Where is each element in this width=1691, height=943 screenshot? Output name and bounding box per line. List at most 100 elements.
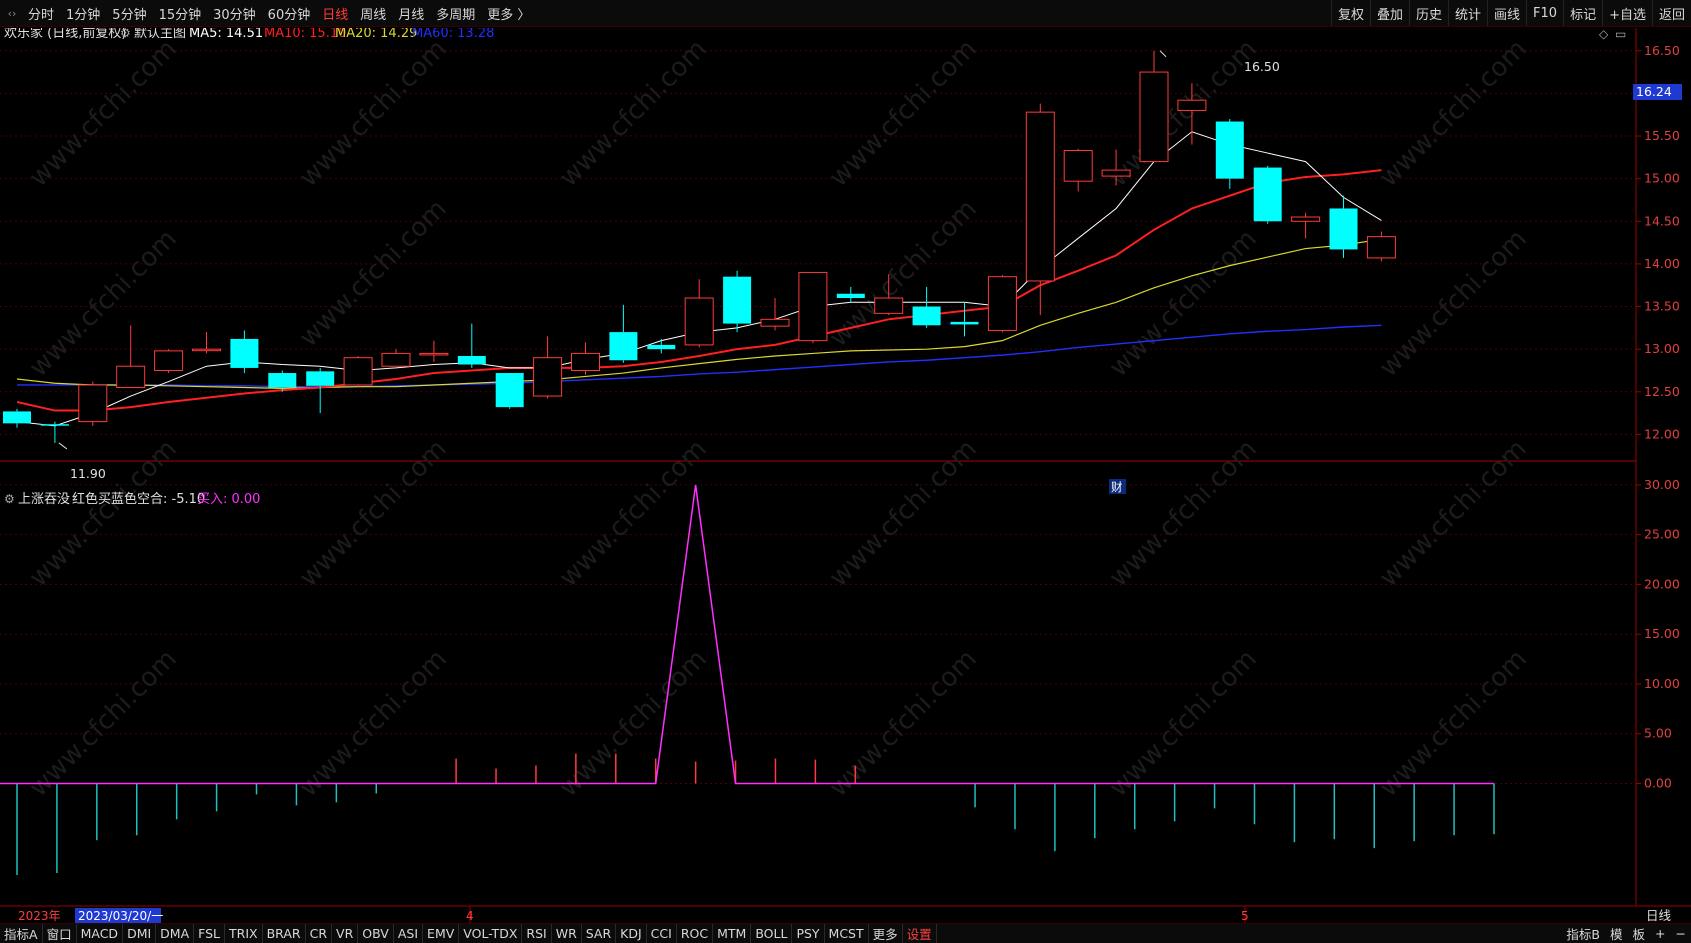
bottom-right-4[interactable]: − (1671, 924, 1691, 943)
candle-body-up (533, 357, 563, 397)
candle[interactable] (950, 302, 979, 337)
period-tab-9[interactable]: 多周期 (430, 0, 481, 26)
indicator-tab-8[interactable]: CR (306, 924, 333, 943)
indicator-tab-11[interactable]: ASI (394, 924, 424, 943)
candle[interactable] (40, 421, 69, 443)
period-tab-7[interactable]: 周线 (354, 0, 392, 26)
candle[interactable] (306, 367, 335, 414)
indicator-tab-10[interactable]: OBV (358, 924, 394, 943)
candle[interactable] (912, 286, 941, 328)
period-tab-10[interactable]: 更多 〉 (481, 0, 536, 26)
toolbar-button-5[interactable]: F10 (1526, 0, 1563, 26)
candle[interactable] (1253, 165, 1282, 224)
period-tab-5[interactable]: 60分钟 (262, 0, 317, 26)
chart-area[interactable]: www.cfchi.com www.cfchi.com www.cfchi.com w… (0, 25, 1691, 923)
period-tab-8[interactable]: 月线 (392, 0, 430, 26)
indicator-tab-22[interactable]: PSY (792, 924, 825, 943)
toolbar-button-7[interactable]: +自选 (1602, 0, 1652, 26)
indicator-tab-14[interactable]: RSI (522, 924, 552, 943)
indicator-tab-2[interactable]: MACD (77, 924, 124, 943)
candle[interactable] (760, 298, 790, 331)
candle-body-down (647, 344, 676, 350)
candle[interactable] (457, 323, 486, 368)
candle[interactable] (1366, 231, 1396, 262)
candle[interactable] (798, 271, 828, 344)
candle[interactable] (533, 336, 563, 399)
indicator-tab-12[interactable]: EMV (423, 924, 460, 943)
indicator-tab-17[interactable]: KDJ (616, 924, 647, 943)
indicator-gear-icon[interactable]: ⚙ (120, 26, 131, 40)
toolbar-button-8[interactable]: 返回 (1651, 0, 1691, 26)
toolbar-button-4[interactable]: 画线 (1487, 0, 1526, 26)
candle[interactable] (723, 270, 752, 333)
indicator-tab-4[interactable]: DMA (156, 924, 195, 943)
indicator-tab-25[interactable]: 设置 (903, 924, 937, 943)
bottom-right-3[interactable]: + (1650, 924, 1670, 943)
toolbar-button-1[interactable]: 叠加 (1369, 0, 1409, 26)
candle[interactable] (343, 355, 373, 388)
back-arrows-icon[interactable]: ‹› (2, 3, 22, 23)
candle[interactable] (78, 381, 108, 426)
period-tab-2[interactable]: 5分钟 (106, 0, 152, 26)
candle[interactable] (609, 304, 638, 363)
toolbar-button-6[interactable]: 标记 (1563, 0, 1602, 26)
candle[interactable] (230, 330, 259, 374)
bottom-right-0[interactable]: 指标B (1561, 924, 1605, 943)
candle-body-down (1329, 208, 1358, 250)
indicator-tab-23[interactable]: MCST (825, 924, 869, 943)
indicator-tab-20[interactable]: MTM (713, 924, 752, 943)
bottom-right-1[interactable]: 模 (1605, 924, 1628, 943)
indicator-tab-19[interactable]: ROC (677, 924, 714, 943)
candle[interactable] (116, 325, 146, 389)
period-tab-1[interactable]: 1分钟 (60, 0, 106, 26)
candle[interactable] (1139, 50, 1169, 163)
candles[interactable] (3, 50, 1396, 450)
main-axis-label: 15.50 (1644, 128, 1680, 143)
period-tab-4[interactable]: 30分钟 (207, 0, 262, 26)
candle[interactable] (192, 332, 221, 354)
candle[interactable] (3, 408, 31, 428)
expand-icon[interactable]: ▭ (1615, 27, 1626, 41)
period-tab-6[interactable]: 日线 (316, 0, 354, 26)
candle[interactable] (684, 279, 714, 348)
toolbar-button-3[interactable]: 统计 (1448, 0, 1487, 26)
candle[interactable] (1025, 103, 1055, 316)
period-tab-3[interactable]: 15分钟 (153, 0, 208, 26)
candle[interactable] (571, 342, 600, 375)
bottom-right-2[interactable]: 板 (1628, 924, 1651, 943)
sub-axis-label: 30.00 (1644, 477, 1680, 492)
candle[interactable] (1329, 195, 1358, 258)
indicator-tab-21[interactable]: BOLL (751, 924, 793, 943)
indicator-tab-7[interactable]: BRAR (263, 924, 306, 943)
candle[interactable] (419, 340, 449, 362)
indicator-tab-24[interactable]: 更多 (869, 924, 903, 943)
indicator-tab-3[interactable]: DMI (123, 924, 157, 943)
indicator-tab-5[interactable]: FSL (194, 924, 226, 943)
kline-chart[interactable]: www.cfchi.com www.cfchi.com www.cfchi.com w… (0, 25, 1691, 923)
main-indicator-name[interactable]: 默认主图 (134, 25, 186, 41)
period-tab-0[interactable]: 分时 (22, 0, 60, 26)
sub-indicator-name[interactable]: 上涨吞没 (18, 492, 70, 507)
indicator-tab-0[interactable]: 指标A (0, 924, 43, 943)
toolbar-button-0[interactable]: 复权 (1330, 0, 1370, 26)
candle[interactable] (154, 349, 184, 374)
candle[interactable] (987, 274, 1017, 333)
candle[interactable] (381, 349, 411, 367)
candle[interactable] (1063, 148, 1093, 192)
indicator-tab-18[interactable]: CCI (647, 924, 677, 943)
candle[interactable] (1215, 118, 1244, 189)
indicator-tab-6[interactable]: TRIX (225, 924, 263, 943)
indicator-tab-1[interactable]: 窗口 (43, 924, 77, 943)
sub-gear-icon[interactable]: ⚙ (4, 492, 15, 506)
indicator-tab-16[interactable]: SAR (582, 924, 617, 943)
indicator-tab-15[interactable]: WR (552, 924, 582, 943)
event-badge-label[interactable]: 财 (1111, 480, 1123, 494)
candle[interactable] (647, 338, 676, 354)
diamond-icon[interactable]: ◇ (1599, 27, 1609, 41)
candle[interactable] (1291, 212, 1321, 239)
toolbar-button-2[interactable]: 历史 (1408, 0, 1448, 26)
ma60-legend: MA60: 13.28 (412, 28, 494, 41)
indicator-tab-9[interactable]: VR (332, 924, 359, 943)
indicator-tab-13[interactable]: VOL-TDX (459, 924, 523, 943)
candle[interactable] (495, 373, 524, 409)
